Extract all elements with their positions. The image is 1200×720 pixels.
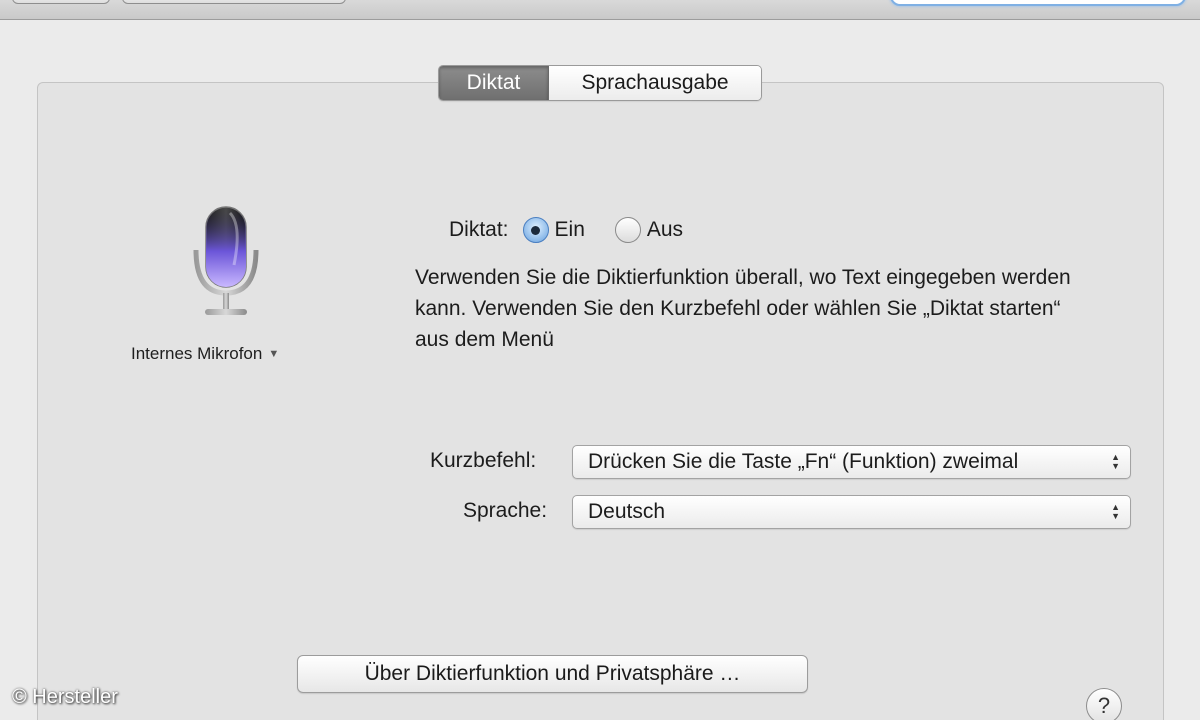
microphone-source-label: Internes Mikrofon: [131, 344, 263, 363]
tab-content-box: [37, 82, 1164, 720]
show-all-button[interactable]: [122, 0, 346, 4]
language-value: Deutsch: [588, 500, 666, 523]
dictation-off-option[interactable]: Aus: [614, 217, 684, 243]
shortcut-label: Kurzbefehl:: [430, 449, 537, 472]
dictation-preferences-window: Diktat Sprachausgabe Internes Mikrofon ▼…: [0, 0, 1200, 720]
language-popup[interactable]: Deutsch ▲ ▼: [572, 495, 1131, 529]
shortcut-popup[interactable]: Drücken Sie die Taste „Fn“ (Funktion) zw…: [572, 445, 1131, 479]
dictation-on-option[interactable]: Ein: [522, 217, 585, 243]
up-down-arrows-icon: ▲ ▼: [1111, 452, 1120, 471]
dictation-label: Diktat:: [449, 218, 509, 241]
window-toolbar: [0, 0, 1200, 20]
search-field[interactable]: [890, 0, 1186, 6]
microphone-source-selector[interactable]: Internes Mikrofon ▼: [131, 344, 279, 364]
dictation-description: Verwenden Sie die Diktierfunktion überal…: [415, 266, 1071, 351]
dictation-toggle-row: Diktat: Ein Aus: [449, 213, 683, 247]
back-forward-button[interactable]: [12, 0, 110, 4]
question-mark-icon[interactable]: ?: [1086, 688, 1122, 720]
segmented-tab-control: Diktat Sprachausgabe: [438, 65, 762, 101]
shortcut-value: Drücken Sie die Taste „Fn“ (Funktion) zw…: [588, 450, 1019, 473]
dictation-on-label: Ein: [554, 218, 585, 241]
about-dictation-privacy-button[interactable]: Über Diktierfunktion und Privatsphäre …: [297, 655, 808, 693]
microphone-icon: [193, 206, 259, 315]
language-label: Sprache:: [463, 499, 548, 522]
radio-off[interactable]: [614, 217, 641, 243]
chevron-down-icon: ▼: [268, 348, 280, 360]
radio-on[interactable]: [522, 217, 549, 243]
image-credit: © Hersteller: [12, 686, 118, 708]
up-down-arrows-icon: ▲ ▼: [1111, 502, 1120, 521]
tab-diktat[interactable]: Diktat: [439, 66, 549, 100]
tab-sprachausgabe[interactable]: Sprachausgabe: [549, 66, 761, 100]
dictation-off-label: Aus: [646, 218, 684, 241]
